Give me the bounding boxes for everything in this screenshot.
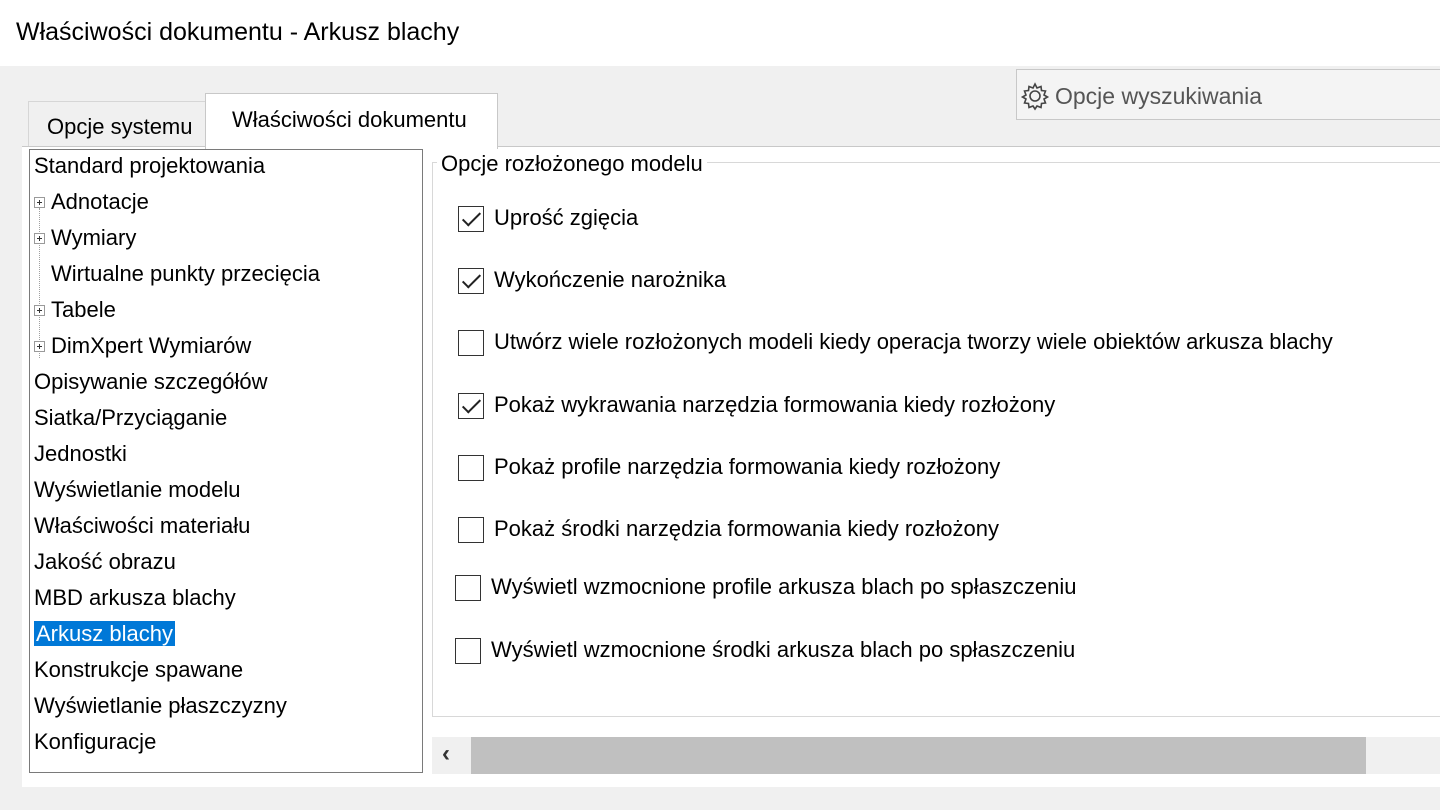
tree-item[interactable]: Standard projektowania (34, 151, 265, 181)
tree-item-label: Konfiguracje (34, 729, 157, 754)
tree-item-label: Tabele (51, 297, 116, 322)
tree-item[interactable]: Opisywanie szczegółów (34, 367, 268, 397)
options-group-title: Opcje rozłożonego modelu (437, 151, 707, 177)
tree-connector-line (39, 208, 40, 358)
option-checkbox[interactable] (458, 268, 484, 294)
option-checkbox[interactable] (458, 455, 484, 481)
tree-item-label: Jakość obrazu (34, 549, 176, 574)
tree-item[interactable]: Konstrukcje spawane (34, 655, 243, 685)
option-label: Wyświetl wzmocnione profile arkusza blac… (491, 574, 1077, 599)
search-placeholder: Opcje wyszukiwania (1055, 83, 1263, 109)
tree-item[interactable]: Konfiguracje (34, 727, 156, 757)
tree-item[interactable]: Siatka/Przyciąganie (34, 403, 227, 433)
title-bar: Właściwości dokumentu - Arkusz blachy (0, 0, 1440, 66)
tree-item-label: Opisywanie szczegółów (34, 369, 268, 394)
tree-item[interactable]: Jednostki (34, 439, 127, 469)
tree-item-label: Jednostki (34, 441, 127, 466)
option-label: Utwórz wiele rozłożonych modeli kiedy op… (494, 329, 1333, 354)
option-label: Pokaż środki narzędzia formowania kiedy … (494, 516, 1000, 541)
option-label: Pokaż wykrawania narzędzia formowania ki… (494, 392, 1056, 417)
tree-item[interactable]: Tabele (34, 295, 116, 325)
option-label: Pokaż profile narzędzia formowania kiedy… (494, 454, 1001, 479)
tree-item[interactable]: Właściwości materiału (34, 511, 250, 541)
tab-label: Opcje systemu (47, 114, 193, 139)
options-group (432, 162, 1440, 717)
tree-item[interactable]: Jakość obrazu (34, 547, 176, 577)
tree-item-label: Wymiary (51, 225, 137, 250)
tree-item-label: Arkusz blachy (34, 621, 175, 646)
tab-label: Właściwości dokumentu (232, 107, 467, 132)
option-checkbox[interactable] (455, 575, 481, 601)
option-checkbox[interactable] (455, 638, 481, 664)
option-label: Uprość zgięcia (494, 205, 639, 230)
tree-item-label: Wyświetlanie modelu (34, 477, 241, 502)
tree-item-label: Wyświetlanie płaszczyzny (34, 693, 287, 718)
scroll-thumb[interactable] (471, 737, 1366, 774)
expand-plus-icon[interactable] (34, 305, 45, 316)
tree-item-label: DimXpert Wymiarów (51, 333, 252, 358)
tree-item-label: Standard projektowania (34, 153, 266, 178)
horizontal-scrollbar[interactable]: ‹ (432, 737, 1440, 774)
tree-item-label: Konstrukcje spawane (34, 657, 244, 682)
option-label: Wyświetl wzmocnione środki arkusza blach… (491, 637, 1076, 662)
tree-item[interactable]: Wyświetlanie płaszczyzny (34, 691, 287, 721)
tab-system-options[interactable]: Opcje systemu (28, 101, 208, 147)
tab-document-properties[interactable]: Właściwości dokumentu (205, 93, 498, 149)
tree-item[interactable]: Wirtualne punkty przecięcia (51, 259, 320, 289)
expand-plus-icon[interactable] (34, 233, 45, 244)
option-label: Wykończenie narożnika (494, 267, 727, 292)
tree-item[interactable]: MBD arkusza blachy (34, 583, 236, 613)
expand-plus-icon[interactable] (34, 197, 45, 208)
tree-item-label: MBD arkusza blachy (34, 585, 236, 610)
scroll-left-icon[interactable]: ‹ (442, 740, 450, 768)
option-checkbox[interactable] (458, 330, 484, 356)
tree-item-label: Adnotacje (51, 189, 149, 214)
expand-plus-icon[interactable] (34, 341, 45, 352)
tree-item[interactable]: Wymiary (34, 223, 137, 253)
tree-item[interactable]: DimXpert Wymiarów (34, 331, 252, 361)
tree-item-label: Wirtualne punkty przecięcia (51, 261, 321, 286)
option-checkbox[interactable] (458, 206, 484, 232)
gear-icon (1020, 82, 1050, 111)
option-checkbox[interactable] (458, 393, 484, 419)
tree-item[interactable]: Arkusz blachy (34, 619, 175, 649)
tree-item[interactable]: Wyświetlanie modelu (34, 475, 240, 505)
window-title: Właściwości dokumentu - Arkusz blachy (16, 18, 460, 46)
tree-item-label: Siatka/Przyciąganie (34, 405, 228, 430)
search-options-box[interactable]: Opcje wyszukiwania (1016, 69, 1440, 120)
tree-item[interactable]: Adnotacje (34, 187, 149, 217)
tree-item-label: Właściwości materiału (34, 513, 251, 538)
option-checkbox[interactable] (458, 517, 484, 543)
